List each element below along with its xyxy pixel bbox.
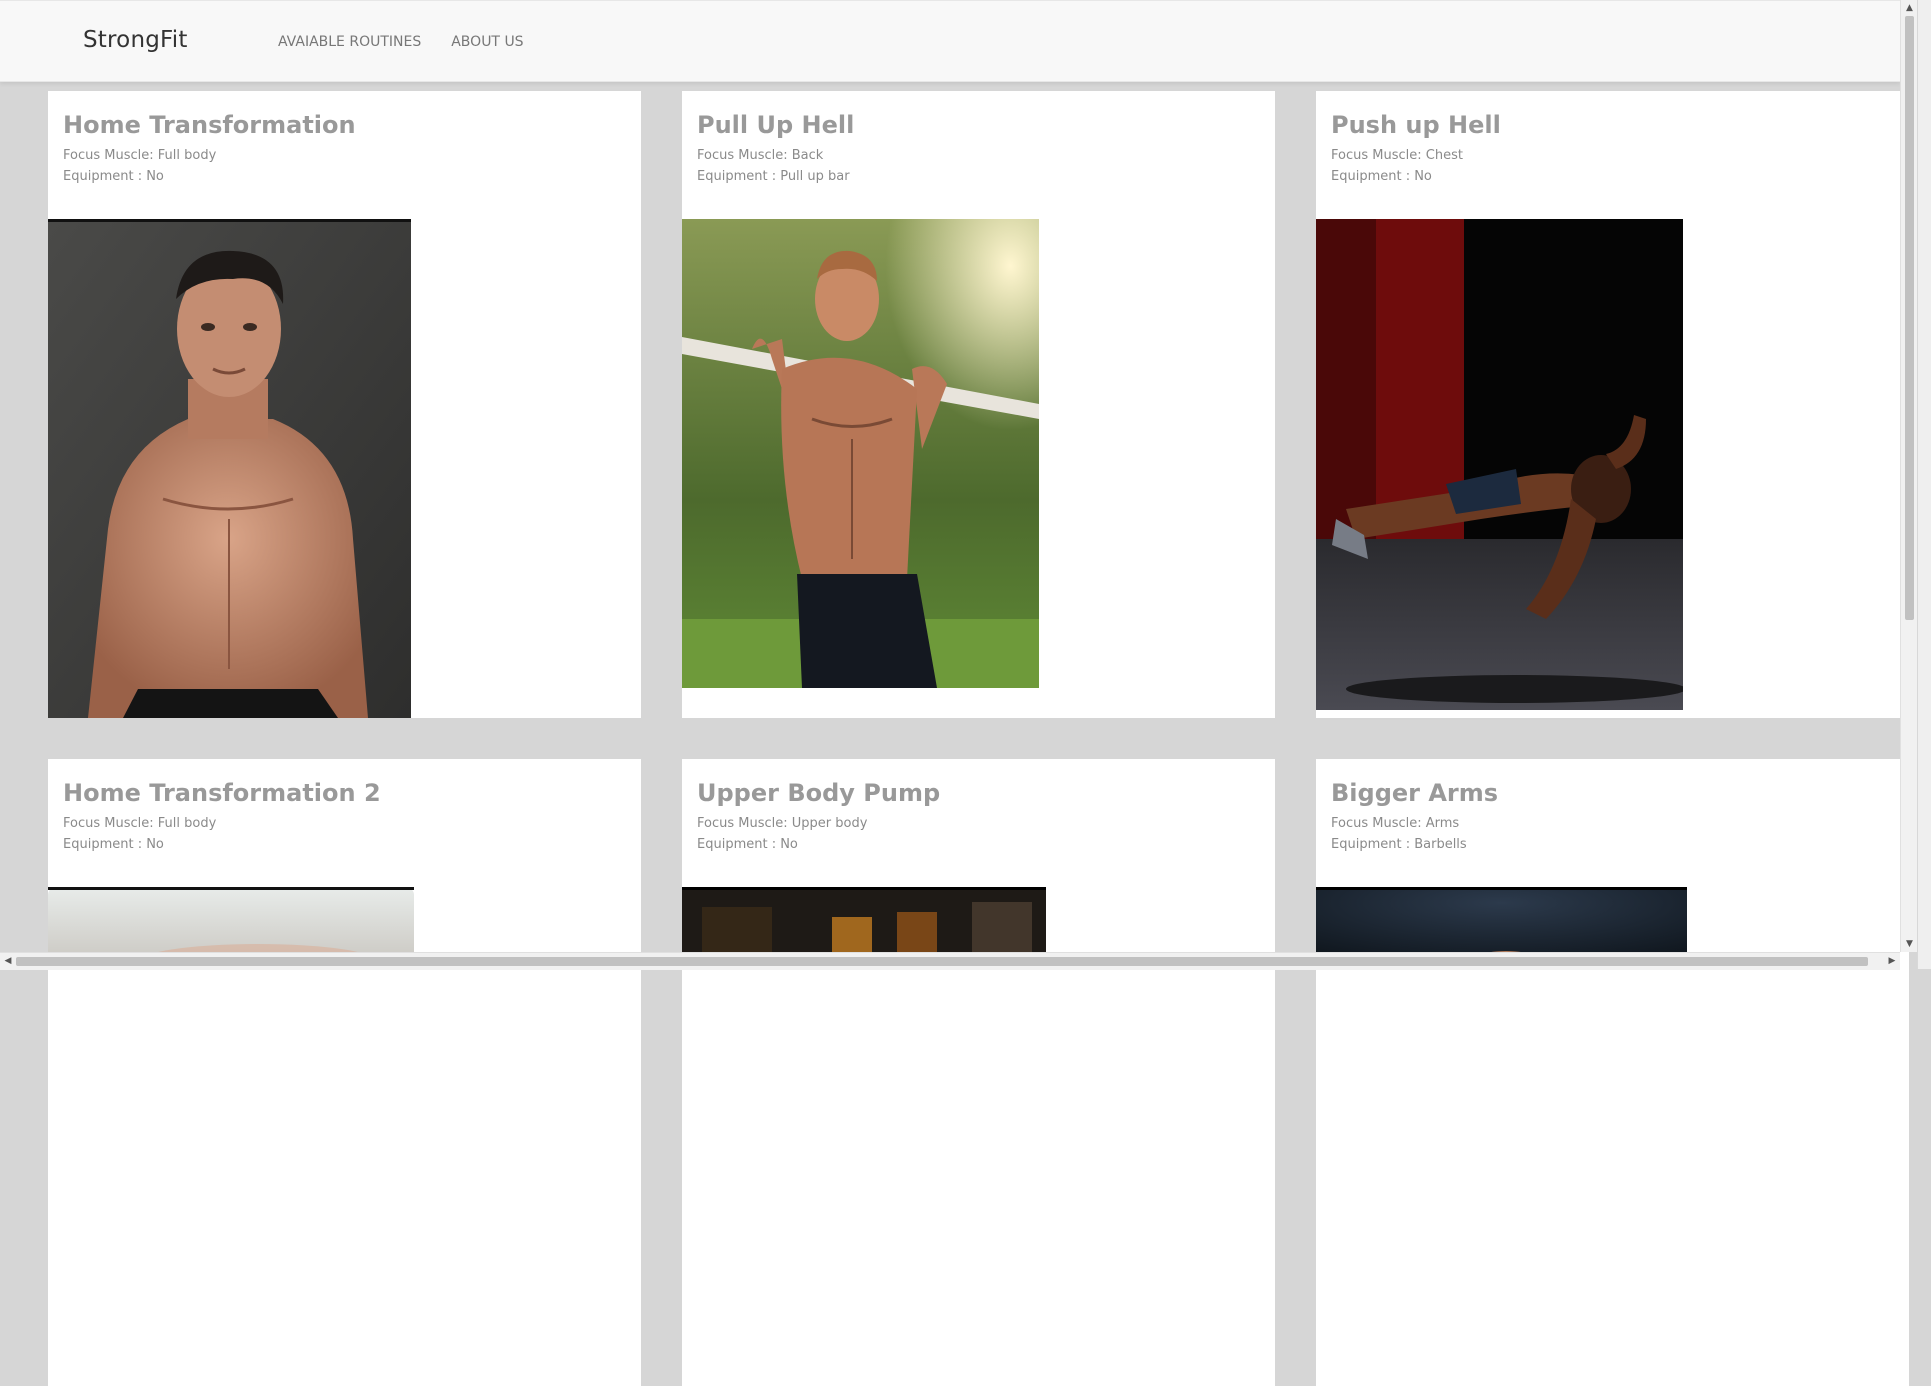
pull-up-man-photo [682, 219, 1039, 688]
card-equipment: Equipment : No [63, 837, 164, 852]
card-title: Home Transformation [63, 111, 356, 139]
card-info: Focus Muscle: Full body Equipment : No [63, 145, 216, 187]
routine-card-home-transformation-2[interactable]: Home Transformation 2 Focus Muscle: Full… [48, 759, 641, 1386]
routine-image [682, 219, 1039, 688]
scroll-right-arrow-icon[interactable]: ▶ [1884, 953, 1900, 970]
scroll-up-arrow-icon[interactable]: ▲ [1901, 0, 1918, 16]
nav-links: AVAIABLE ROUTINES ABOUT US [278, 34, 524, 50]
card-info: Focus Muscle: Back Equipment : Pull up b… [697, 145, 850, 187]
routine-image [48, 219, 411, 718]
navbar: StrongFit AVAIABLE ROUTINES ABOUT US [0, 0, 1900, 82]
horizontal-scroll-thumb[interactable] [16, 957, 1868, 966]
card-title: Upper Body Pump [697, 779, 941, 807]
nav-link-available-routines[interactable]: AVAIABLE ROUTINES [278, 34, 421, 50]
shirtless-man-photo [48, 219, 411, 718]
card-focus-muscle: Focus Muscle: Arms [1331, 816, 1460, 831]
brand-logo[interactable]: StrongFit [83, 27, 188, 53]
card-equipment: Equipment : Pull up bar [697, 169, 850, 184]
card-focus-muscle: Focus Muscle: Upper body [697, 816, 868, 831]
card-title: Home Transformation 2 [63, 779, 381, 807]
card-focus-muscle: Focus Muscle: Chest [1331, 148, 1463, 163]
card-title: Push up Hell [1331, 111, 1501, 139]
card-focus-muscle: Focus Muscle: Back [697, 148, 824, 163]
card-title: Bigger Arms [1331, 779, 1499, 807]
routine-card-home-transformation[interactable]: Home Transformation Focus Muscle: Full b… [48, 91, 641, 718]
vertical-scroll-thumb[interactable] [1905, 16, 1914, 620]
card-info: Focus Muscle: Full body Equipment : No [63, 813, 216, 855]
scroll-down-arrow-icon[interactable]: ▼ [1901, 936, 1918, 952]
card-title: Pull Up Hell [697, 111, 855, 139]
card-focus-muscle: Focus Muscle: Full body [63, 148, 217, 163]
nav-link-about-us[interactable]: ABOUT US [451, 34, 523, 50]
card-info: Focus Muscle: Arms Equipment : Barbells [1331, 813, 1467, 855]
routine-card-upper-body-pump[interactable]: Upper Body Pump Focus Muscle: Upper body… [682, 759, 1275, 1386]
routine-card-bigger-arms[interactable]: Bigger Arms Focus Muscle: Arms Equipment… [1316, 759, 1909, 1386]
horizontal-scrollbar[interactable]: ◀ ▶ [0, 952, 1900, 970]
card-equipment: Equipment : Barbells [1331, 837, 1467, 852]
routine-card-pull-up-hell[interactable]: Pull Up Hell Focus Muscle: Back Equipmen… [682, 91, 1275, 718]
card-equipment: Equipment : No [63, 169, 164, 184]
card-equipment: Equipment : No [697, 837, 798, 852]
card-info: Focus Muscle: Chest Equipment : No [1331, 145, 1463, 187]
card-focus-muscle: Focus Muscle: Full body [63, 816, 217, 831]
routine-image [1316, 219, 1683, 710]
devtools-side-strip [1917, 0, 1931, 969]
routine-card-push-up-hell[interactable]: Push up Hell Focus Muscle: Chest Equipme… [1316, 91, 1909, 718]
push-up-man-photo [1316, 219, 1683, 710]
scroll-left-arrow-icon[interactable]: ◀ [0, 953, 16, 970]
card-equipment: Equipment : No [1331, 169, 1432, 184]
card-info: Focus Muscle: Upper body Equipment : No [697, 813, 867, 855]
vertical-scrollbar[interactable]: ▲ ▼ [1900, 0, 1918, 952]
